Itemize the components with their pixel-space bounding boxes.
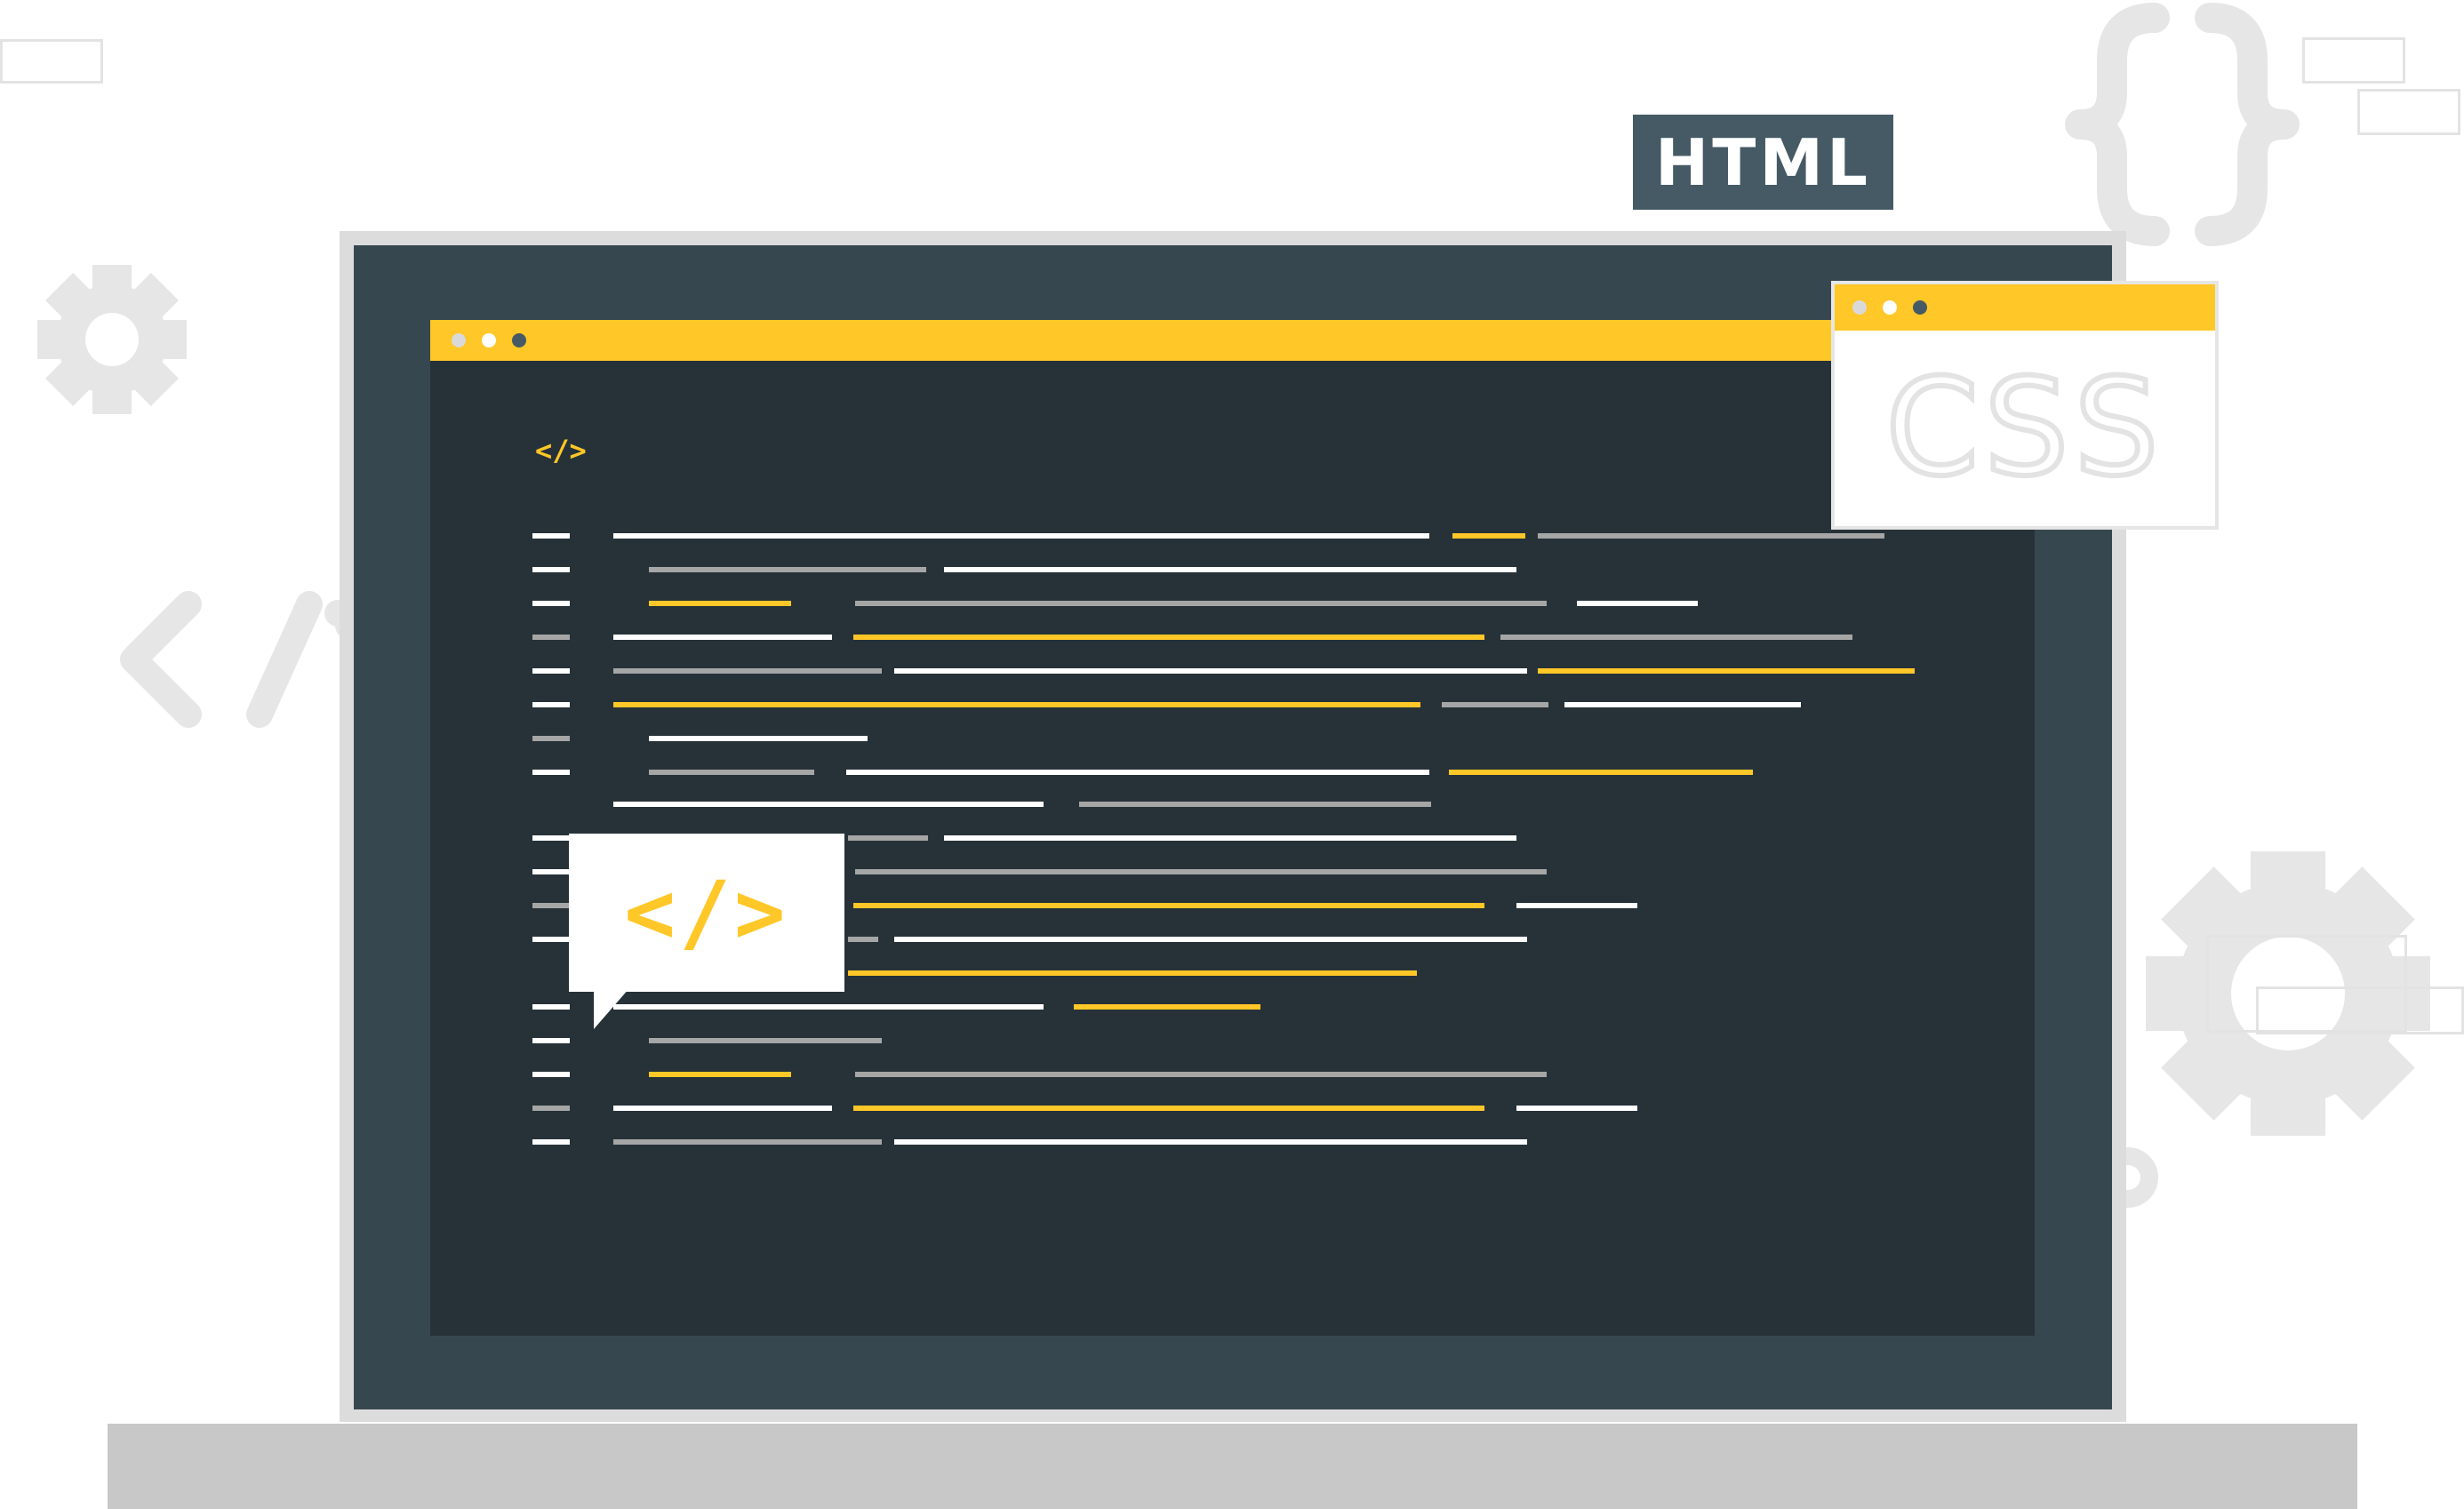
code-line-segment — [649, 567, 926, 572]
window-dot-icon — [1913, 300, 1927, 315]
code-line-segment — [532, 1004, 570, 1010]
code-line-segment — [532, 668, 570, 674]
code-editor-window: </> — [430, 320, 2035, 1336]
code-line-segment — [855, 869, 1547, 874]
code-line-segment — [848, 937, 878, 942]
code-line-segment — [649, 1072, 791, 1077]
code-line-segment — [532, 937, 570, 942]
code-line-segment — [532, 1139, 570, 1145]
code-line-segment — [613, 1004, 1044, 1010]
code-line-segment — [649, 601, 791, 606]
callout-code-tag: </> — [624, 863, 789, 962]
code-line-segment — [944, 835, 1516, 841]
gear-icon — [37, 265, 187, 414]
callout-tail — [594, 988, 629, 1029]
css-badge-text: CSS — [1883, 348, 2164, 508]
code-line-segment — [1074, 1004, 1260, 1010]
code-line-segment — [894, 1139, 1527, 1145]
code-line-segment — [613, 533, 1429, 539]
code-line-segment — [613, 668, 882, 674]
code-line-segment — [532, 736, 570, 741]
code-line-segment — [613, 802, 1044, 807]
code-line-segment — [894, 937, 1527, 942]
decorative-card — [2357, 89, 2460, 135]
code-tag-icon — [120, 591, 362, 728]
code-line-segment — [532, 835, 570, 841]
window-dot-icon — [1883, 300, 1897, 315]
laptop-base — [108, 1424, 2357, 1509]
code-line-segment — [855, 601, 1547, 606]
decorative-card — [0, 39, 103, 84]
code-line-segment — [532, 1038, 570, 1043]
code-line-segment — [613, 1139, 882, 1145]
code-line-segment — [532, 1072, 570, 1077]
code-line-segment — [1564, 702, 1801, 707]
code-line-segment — [532, 770, 570, 775]
code-line-segment — [649, 736, 868, 741]
code-line-segment — [848, 835, 928, 841]
code-line-segment — [1500, 635, 1852, 640]
code-line-segment — [1442, 702, 1548, 707]
code-line-segment — [532, 601, 570, 606]
code-line-segment — [613, 635, 832, 640]
code-line-segment — [855, 1072, 1547, 1077]
code-line-segment — [649, 770, 814, 775]
code-line-segment — [944, 567, 1516, 572]
window-dot-icon — [1852, 300, 1867, 315]
code-line-segment — [532, 1106, 570, 1111]
code-line-segment — [846, 770, 1429, 775]
code-line-segment — [1538, 668, 1915, 674]
code-line-segment — [532, 533, 570, 539]
code-line-segment — [532, 702, 570, 707]
code-line-segment — [848, 970, 1417, 976]
code-line-segment — [1577, 601, 1698, 606]
css-titlebar — [1835, 284, 2215, 331]
code-line-segment — [613, 702, 1420, 707]
code-line-segment — [1516, 1106, 1637, 1111]
code-line-segment — [853, 635, 1484, 640]
code-line-segment — [1538, 533, 1884, 539]
code-line-segment — [1449, 770, 1753, 775]
code-line-segment — [532, 635, 570, 640]
code-line-segment — [532, 869, 570, 874]
code-line-segment — [532, 903, 570, 908]
code-line-segment — [1079, 802, 1431, 807]
html-badge: HTML — [1633, 115, 1893, 210]
code-line-segment — [853, 903, 1484, 908]
code-line-segment — [613, 1106, 832, 1111]
code-line-segment — [1452, 533, 1525, 539]
curly-braces-icon — [2065, 3, 2300, 246]
css-window: CSS — [1831, 281, 2219, 530]
code-line-segment — [649, 1038, 882, 1043]
decorative-card — [2302, 37, 2405, 84]
code-line-segment — [1516, 903, 1637, 908]
decorative-card — [2256, 986, 2464, 1034]
code-line-segment — [894, 668, 1527, 674]
code-line-segment — [532, 567, 570, 572]
code-line-segment — [853, 1106, 1484, 1111]
code-lines — [430, 320, 2035, 1336]
